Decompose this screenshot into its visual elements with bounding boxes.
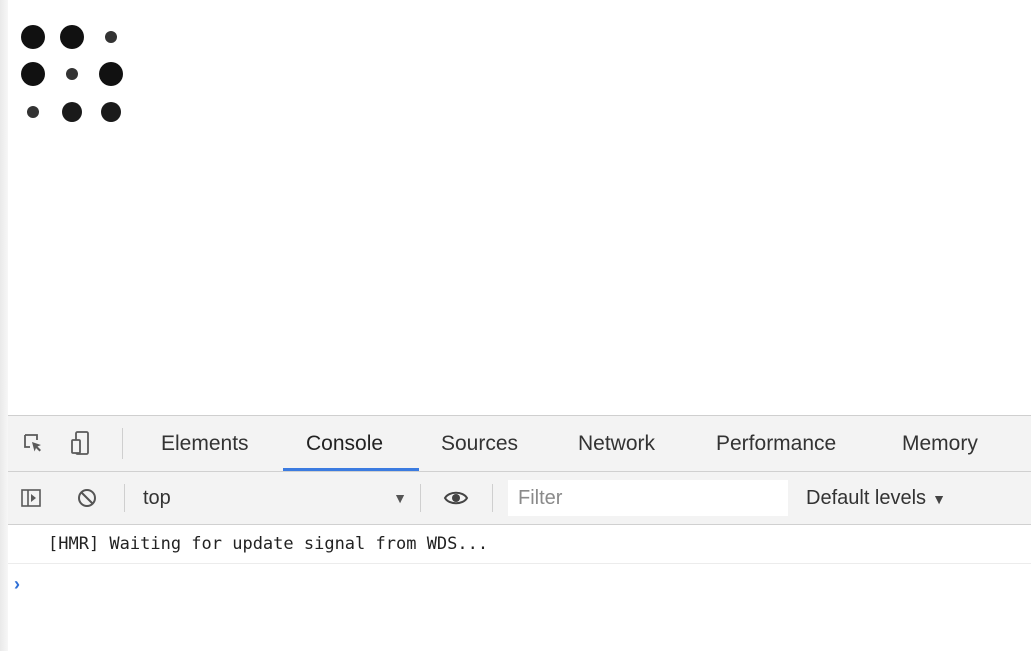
dot	[105, 31, 117, 43]
tab-elements[interactable]: Elements	[161, 416, 249, 471]
log-levels-dropdown[interactable]: Default levels ▼	[806, 472, 946, 524]
console-message: [HMR] Waiting for update signal from WDS…	[8, 525, 1031, 564]
console-output: [HMR] Waiting for update signal from WDS…	[8, 525, 1031, 651]
console-filter-input[interactable]	[508, 480, 788, 516]
dot	[60, 25, 84, 49]
devtools-panel: Elements Console Sources Network Perform…	[8, 415, 1031, 651]
log-levels-label: Default levels	[806, 487, 927, 509]
dot	[99, 62, 123, 86]
page-content	[8, 0, 1031, 415]
dot	[101, 102, 121, 122]
js-context-select[interactable]: top ▼	[133, 472, 415, 524]
prompt-chevron-icon: ›	[14, 574, 20, 594]
dot	[21, 25, 45, 49]
dot	[66, 68, 78, 80]
device-toolbar-icon[interactable]	[68, 430, 94, 456]
window-edge-shade	[0, 0, 8, 651]
toolbar-divider	[122, 428, 123, 459]
active-tab-indicator	[283, 468, 419, 471]
console-message-text: [HMR] Waiting for update signal from WDS…	[48, 534, 489, 554]
tab-console[interactable]: Console	[306, 416, 383, 471]
browser-viewport: Elements Console Sources Network Perform…	[0, 0, 1031, 651]
devtools-tabbar: Elements Console Sources Network Perform…	[8, 416, 1031, 472]
toolbar-divider	[492, 484, 493, 512]
dot	[27, 106, 39, 118]
console-toolbar: top ▼ Default levels ▼	[8, 472, 1031, 525]
clear-console-icon[interactable]	[74, 485, 100, 511]
toolbar-divider	[124, 484, 125, 512]
tab-network[interactable]: Network	[578, 416, 655, 471]
dot	[21, 62, 45, 86]
dropdown-arrow-icon: ▼	[393, 490, 407, 506]
tab-sources[interactable]: Sources	[441, 416, 518, 471]
live-expression-eye-icon[interactable]	[443, 485, 469, 511]
js-context-value: top	[143, 487, 171, 509]
dropdown-arrow-icon: ▼	[932, 491, 946, 507]
inspect-element-icon[interactable]	[20, 430, 46, 456]
tab-performance[interactable]: Performance	[716, 416, 836, 471]
show-console-sidebar-icon[interactable]	[18, 485, 44, 511]
console-prompt[interactable]: ›	[8, 564, 1031, 604]
tab-memory[interactable]: Memory	[902, 416, 978, 471]
toolbar-divider	[420, 484, 421, 512]
dot	[62, 102, 82, 122]
